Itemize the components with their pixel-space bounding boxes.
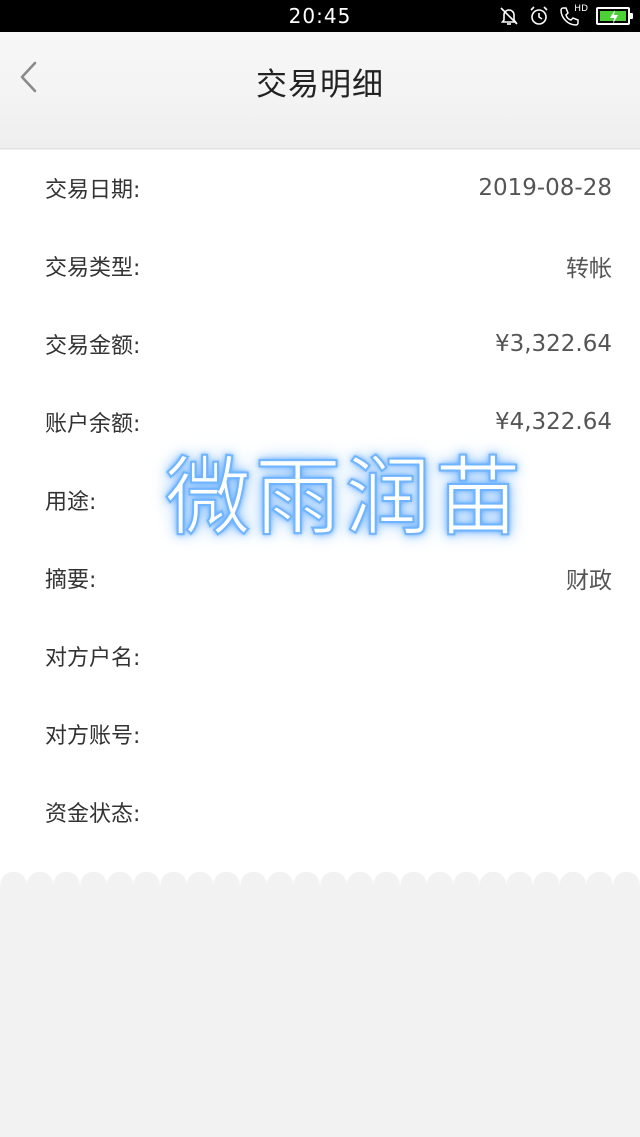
detail-value: 转帐 [566,256,612,282]
detail-label: 交易金额: [45,334,141,359]
status-icons: HD [498,4,633,27]
detail-value: ¥3,322.64 [494,331,612,357]
detail-label: 账户余额: [45,412,141,437]
detail-row-date: 交易日期: 2019-08-28 [0,163,640,213]
detail-label: 资金状态: [45,802,141,827]
detail-label: 用途: [45,490,97,515]
detail-value: 财政 [566,568,612,594]
scalloped-edge [0,855,640,885]
detail-value: ¥4,322.64 [494,409,612,435]
mute-bell-icon [500,7,518,25]
detail-row-summary: 摘要: 财政 [0,553,640,603]
detail-label: 交易类型: [45,256,141,281]
watermark: 微雨润苗 [164,447,525,549]
alarm-icon [530,6,548,25]
detail-label: 对方户名: [45,646,141,671]
page-title: 交易明细 [256,67,384,103]
status-bar: 20:45 HD [0,0,640,32]
detail-row-amount: 交易金额: ¥3,322.64 [0,319,640,369]
detail-row-balance: 账户余额: ¥4,322.64 [0,397,640,447]
hd-call-icon: HD [558,4,588,27]
battery-charging-icon [596,7,633,25]
detail-row-counterparty-name: 对方户名: [0,631,640,681]
detail-row-counterparty-account: 对方账号: [0,709,640,759]
bolt-icon [610,10,618,24]
detail-value: 2019-08-28 [478,175,612,201]
detail-label: 摘要: [45,568,97,593]
detail-row-type: 交易类型: 转帐 [0,241,640,291]
hd-label: HD [574,4,588,14]
detail-label: 交易日期: [45,178,141,203]
battery-fill [600,10,626,24]
detail-label: 对方账号: [45,724,141,749]
header: 交易明细 [0,32,640,149]
detail-row-fund-status: 资金状态: [0,787,640,837]
